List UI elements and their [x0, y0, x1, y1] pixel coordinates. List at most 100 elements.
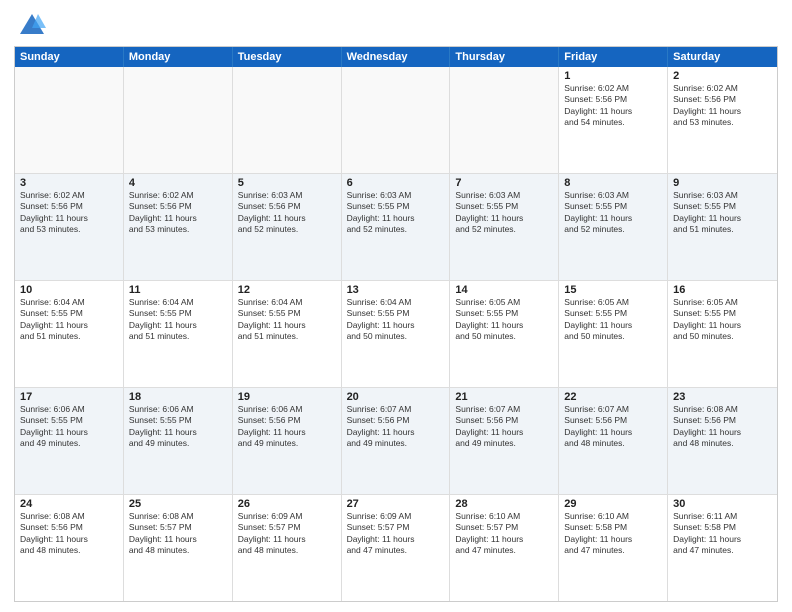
day-cell: 22Sunrise: 6:07 AM Sunset: 5:56 PM Dayli… [559, 388, 668, 494]
calendar-body: 1Sunrise: 6:02 AM Sunset: 5:56 PM Daylig… [15, 67, 777, 601]
day-number: 29 [564, 498, 662, 510]
day-cell: 21Sunrise: 6:07 AM Sunset: 5:56 PM Dayli… [450, 388, 559, 494]
day-info: Sunrise: 6:03 AM Sunset: 5:56 PM Dayligh… [238, 190, 336, 236]
day-cell: 19Sunrise: 6:06 AM Sunset: 5:56 PM Dayli… [233, 388, 342, 494]
day-number: 18 [129, 391, 227, 403]
day-number: 2 [673, 70, 772, 82]
day-cell: 3Sunrise: 6:02 AM Sunset: 5:56 PM Daylig… [15, 174, 124, 280]
day-number: 10 [20, 284, 118, 296]
day-info: Sunrise: 6:03 AM Sunset: 5:55 PM Dayligh… [455, 190, 553, 236]
empty-cell [124, 67, 233, 173]
day-info: Sunrise: 6:03 AM Sunset: 5:55 PM Dayligh… [673, 190, 772, 236]
day-cell: 4Sunrise: 6:02 AM Sunset: 5:56 PM Daylig… [124, 174, 233, 280]
day-number: 4 [129, 177, 227, 189]
day-cell: 13Sunrise: 6:04 AM Sunset: 5:55 PM Dayli… [342, 281, 451, 387]
day-number: 26 [238, 498, 336, 510]
day-info: Sunrise: 6:09 AM Sunset: 5:57 PM Dayligh… [238, 511, 336, 557]
empty-cell [233, 67, 342, 173]
page: SundayMondayTuesdayWednesdayThursdayFrid… [0, 0, 792, 612]
day-info: Sunrise: 6:07 AM Sunset: 5:56 PM Dayligh… [455, 404, 553, 450]
day-cell: 16Sunrise: 6:05 AM Sunset: 5:55 PM Dayli… [668, 281, 777, 387]
day-cell: 27Sunrise: 6:09 AM Sunset: 5:57 PM Dayli… [342, 495, 451, 601]
day-info: Sunrise: 6:04 AM Sunset: 5:55 PM Dayligh… [129, 297, 227, 343]
day-info: Sunrise: 6:03 AM Sunset: 5:55 PM Dayligh… [347, 190, 445, 236]
day-number: 19 [238, 391, 336, 403]
day-cell: 7Sunrise: 6:03 AM Sunset: 5:55 PM Daylig… [450, 174, 559, 280]
day-info: Sunrise: 6:07 AM Sunset: 5:56 PM Dayligh… [347, 404, 445, 450]
empty-cell [15, 67, 124, 173]
day-info: Sunrise: 6:11 AM Sunset: 5:58 PM Dayligh… [673, 511, 772, 557]
day-cell: 23Sunrise: 6:08 AM Sunset: 5:56 PM Dayli… [668, 388, 777, 494]
day-number: 15 [564, 284, 662, 296]
day-number: 20 [347, 391, 445, 403]
day-number: 11 [129, 284, 227, 296]
day-cell: 28Sunrise: 6:10 AM Sunset: 5:57 PM Dayli… [450, 495, 559, 601]
day-cell: 20Sunrise: 6:07 AM Sunset: 5:56 PM Dayli… [342, 388, 451, 494]
logo [14, 10, 46, 38]
day-info: Sunrise: 6:07 AM Sunset: 5:56 PM Dayligh… [564, 404, 662, 450]
day-cell: 2Sunrise: 6:02 AM Sunset: 5:56 PM Daylig… [668, 67, 777, 173]
day-cell: 24Sunrise: 6:08 AM Sunset: 5:56 PM Dayli… [15, 495, 124, 601]
day-number: 12 [238, 284, 336, 296]
day-cell: 15Sunrise: 6:05 AM Sunset: 5:55 PM Dayli… [559, 281, 668, 387]
day-info: Sunrise: 6:02 AM Sunset: 5:56 PM Dayligh… [20, 190, 118, 236]
day-cell: 5Sunrise: 6:03 AM Sunset: 5:56 PM Daylig… [233, 174, 342, 280]
day-info: Sunrise: 6:05 AM Sunset: 5:55 PM Dayligh… [673, 297, 772, 343]
day-info: Sunrise: 6:02 AM Sunset: 5:56 PM Dayligh… [129, 190, 227, 236]
day-info: Sunrise: 6:05 AM Sunset: 5:55 PM Dayligh… [455, 297, 553, 343]
day-number: 7 [455, 177, 553, 189]
day-info: Sunrise: 6:04 AM Sunset: 5:55 PM Dayligh… [347, 297, 445, 343]
header [14, 10, 778, 38]
calendar-header: SundayMondayTuesdayWednesdayThursdayFrid… [15, 47, 777, 67]
day-info: Sunrise: 6:06 AM Sunset: 5:55 PM Dayligh… [129, 404, 227, 450]
day-info: Sunrise: 6:08 AM Sunset: 5:57 PM Dayligh… [129, 511, 227, 557]
weekday-header: Friday [559, 47, 668, 67]
day-cell: 18Sunrise: 6:06 AM Sunset: 5:55 PM Dayli… [124, 388, 233, 494]
day-info: Sunrise: 6:06 AM Sunset: 5:55 PM Dayligh… [20, 404, 118, 450]
day-cell: 1Sunrise: 6:02 AM Sunset: 5:56 PM Daylig… [559, 67, 668, 173]
weekday-header: Thursday [450, 47, 559, 67]
day-number: 24 [20, 498, 118, 510]
day-number: 13 [347, 284, 445, 296]
day-info: Sunrise: 6:05 AM Sunset: 5:55 PM Dayligh… [564, 297, 662, 343]
day-info: Sunrise: 6:04 AM Sunset: 5:55 PM Dayligh… [238, 297, 336, 343]
day-cell: 9Sunrise: 6:03 AM Sunset: 5:55 PM Daylig… [668, 174, 777, 280]
day-cell: 12Sunrise: 6:04 AM Sunset: 5:55 PM Dayli… [233, 281, 342, 387]
day-cell: 26Sunrise: 6:09 AM Sunset: 5:57 PM Dayli… [233, 495, 342, 601]
calendar-row: 10Sunrise: 6:04 AM Sunset: 5:55 PM Dayli… [15, 281, 777, 388]
weekday-header: Sunday [15, 47, 124, 67]
day-number: 17 [20, 391, 118, 403]
day-cell: 29Sunrise: 6:10 AM Sunset: 5:58 PM Dayli… [559, 495, 668, 601]
day-number: 23 [673, 391, 772, 403]
calendar: SundayMondayTuesdayWednesdayThursdayFrid… [14, 46, 778, 602]
day-info: Sunrise: 6:10 AM Sunset: 5:58 PM Dayligh… [564, 511, 662, 557]
day-number: 9 [673, 177, 772, 189]
weekday-header: Wednesday [342, 47, 451, 67]
day-number: 8 [564, 177, 662, 189]
day-cell: 14Sunrise: 6:05 AM Sunset: 5:55 PM Dayli… [450, 281, 559, 387]
calendar-row: 3Sunrise: 6:02 AM Sunset: 5:56 PM Daylig… [15, 174, 777, 281]
logo-icon [18, 10, 46, 38]
day-number: 22 [564, 391, 662, 403]
day-number: 27 [347, 498, 445, 510]
empty-cell [450, 67, 559, 173]
day-cell: 30Sunrise: 6:11 AM Sunset: 5:58 PM Dayli… [668, 495, 777, 601]
day-info: Sunrise: 6:02 AM Sunset: 5:56 PM Dayligh… [564, 83, 662, 129]
day-number: 21 [455, 391, 553, 403]
day-info: Sunrise: 6:08 AM Sunset: 5:56 PM Dayligh… [20, 511, 118, 557]
day-cell: 17Sunrise: 6:06 AM Sunset: 5:55 PM Dayli… [15, 388, 124, 494]
day-number: 25 [129, 498, 227, 510]
day-cell: 8Sunrise: 6:03 AM Sunset: 5:55 PM Daylig… [559, 174, 668, 280]
day-number: 30 [673, 498, 772, 510]
day-info: Sunrise: 6:10 AM Sunset: 5:57 PM Dayligh… [455, 511, 553, 557]
day-number: 3 [20, 177, 118, 189]
day-number: 6 [347, 177, 445, 189]
weekday-header: Monday [124, 47, 233, 67]
day-cell: 11Sunrise: 6:04 AM Sunset: 5:55 PM Dayli… [124, 281, 233, 387]
day-cell: 6Sunrise: 6:03 AM Sunset: 5:55 PM Daylig… [342, 174, 451, 280]
day-info: Sunrise: 6:09 AM Sunset: 5:57 PM Dayligh… [347, 511, 445, 557]
day-info: Sunrise: 6:04 AM Sunset: 5:55 PM Dayligh… [20, 297, 118, 343]
calendar-row: 1Sunrise: 6:02 AM Sunset: 5:56 PM Daylig… [15, 67, 777, 174]
day-number: 16 [673, 284, 772, 296]
weekday-header: Saturday [668, 47, 777, 67]
